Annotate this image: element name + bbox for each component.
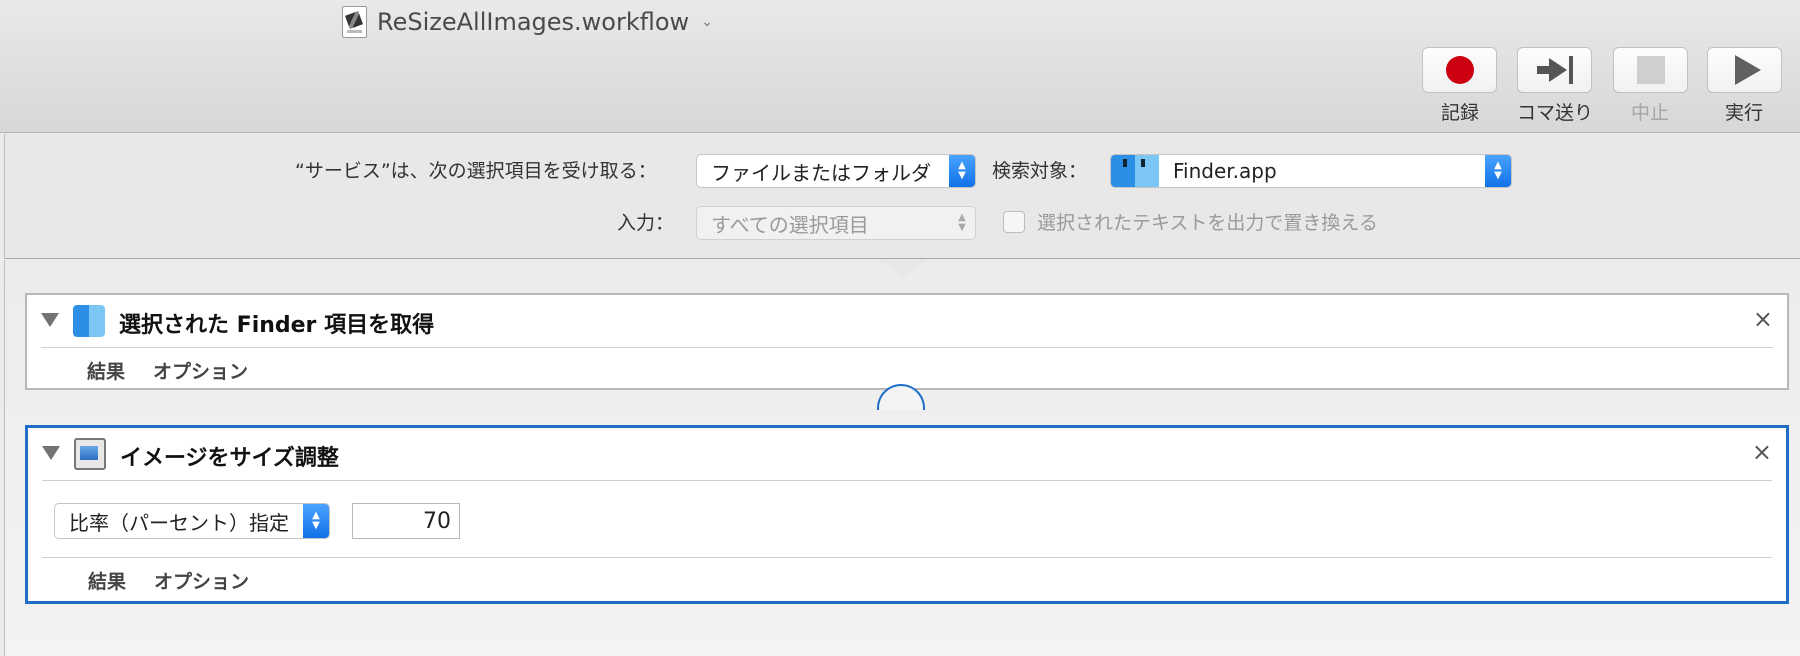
finder-icon <box>73 305 105 337</box>
results-tab[interactable]: 結果 <box>87 357 125 384</box>
preview-image-icon <box>74 438 106 470</box>
play-icon <box>1734 55 1761 85</box>
step-label: コマ送り <box>1516 102 1593 124</box>
receives-label: “サービス”は、次の選択項目を受け取る： <box>295 160 657 182</box>
record-label: 記録 <box>1440 102 1479 124</box>
replace-text-label: 選択されたテキストを出力で置き換える <box>1037 212 1378 234</box>
run-button[interactable] <box>1707 47 1782 93</box>
stop-label: 中止 <box>1630 102 1669 124</box>
finder-app-icon <box>1111 155 1159 187</box>
scale-mode-value: 比率（パーセント）指定 <box>69 510 289 535</box>
disclosure-triangle-icon[interactable] <box>41 313 59 327</box>
step-icon <box>1536 56 1573 84</box>
close-icon[interactable]: × <box>1753 305 1773 333</box>
close-icon[interactable]: × <box>1752 438 1772 466</box>
record-button[interactable] <box>1422 47 1497 93</box>
scale-mode-popup[interactable]: 比率（パーセント）指定 ▲ ▼ <box>54 503 330 539</box>
input-connector-notch <box>877 259 929 277</box>
action-header: 選択された Finder 項目を取得 × <box>27 295 1787 347</box>
options-tab[interactable]: オプション <box>153 357 248 384</box>
action-header: イメージをサイズ調整 × <box>28 428 1786 480</box>
step-button[interactable] <box>1517 47 1592 93</box>
input-label: 入力： <box>617 212 675 234</box>
window-title: ReSizeAllImages.workflow ⌄ <box>342 4 713 40</box>
run-label: 実行 <box>1724 102 1763 124</box>
updown-arrows-icon: ▲ ▼ <box>1485 155 1511 187</box>
updown-arrows-icon: ▲ ▼ <box>303 504 329 538</box>
action-body: 比率（パーセント）指定 ▲ ▼ 70 <box>28 481 1786 557</box>
updown-arrows-icon: ▲ ▼ <box>949 155 975 187</box>
window-toolbar: ReSizeAllImages.workflow ⌄ 記録 コマ送り 中止 実行 <box>0 0 1800 133</box>
input-popup-value: すべての選択項目 <box>711 212 869 237</box>
percent-input[interactable]: 70 <box>352 503 460 539</box>
action-get-finder-items[interactable]: 選択された Finder 項目を取得 × 結果 オプション <box>25 293 1789 390</box>
receives-popup[interactable]: ファイルまたはフォルダ ▲ ▼ <box>696 154 976 188</box>
updown-arrows-icon: ▲ ▼ <box>958 212 966 233</box>
application-popup[interactable]: Finder.app ▲ ▼ <box>1110 154 1512 188</box>
in-app-label: 検索対象： <box>992 160 1088 182</box>
record-icon <box>1445 56 1474 84</box>
application-popup-value: Finder.app <box>1173 159 1277 183</box>
window-title-text: ReSizeAllImages.workflow <box>377 8 690 36</box>
service-settings: “サービス”は、次の選択項目を受け取る： ファイルまたはフォルダ ▲ ▼ 検索対象… <box>4 134 1800 259</box>
replace-text-checkbox[interactable] <box>1003 211 1025 233</box>
action-footer-tabs: 結果 オプション <box>28 558 1786 602</box>
workflow-document-icon <box>342 6 367 38</box>
options-tab[interactable]: オプション <box>154 567 249 594</box>
stop-button[interactable] <box>1613 47 1688 93</box>
stop-icon <box>1636 56 1665 84</box>
action-title: イメージをサイズ調整 <box>120 446 339 471</box>
receives-popup-value: ファイルまたはフォルダ <box>711 160 931 185</box>
input-popup[interactable]: すべての選択項目 ▲ ▼ <box>696 206 976 240</box>
results-tab[interactable]: 結果 <box>88 567 126 594</box>
chevron-down-icon[interactable]: ⌄ <box>701 14 713 30</box>
action-scale-images[interactable]: イメージをサイズ調整 × 比率（パーセント）指定 ▲ ▼ 70 結果 オプション <box>25 425 1789 604</box>
action-title: 選択された Finder 項目を取得 <box>119 313 435 338</box>
workflow-area: 選択された Finder 項目を取得 × 結果 オプション イメージをサイズ調整… <box>4 259 1800 656</box>
disclosure-triangle-icon[interactable] <box>42 446 60 460</box>
